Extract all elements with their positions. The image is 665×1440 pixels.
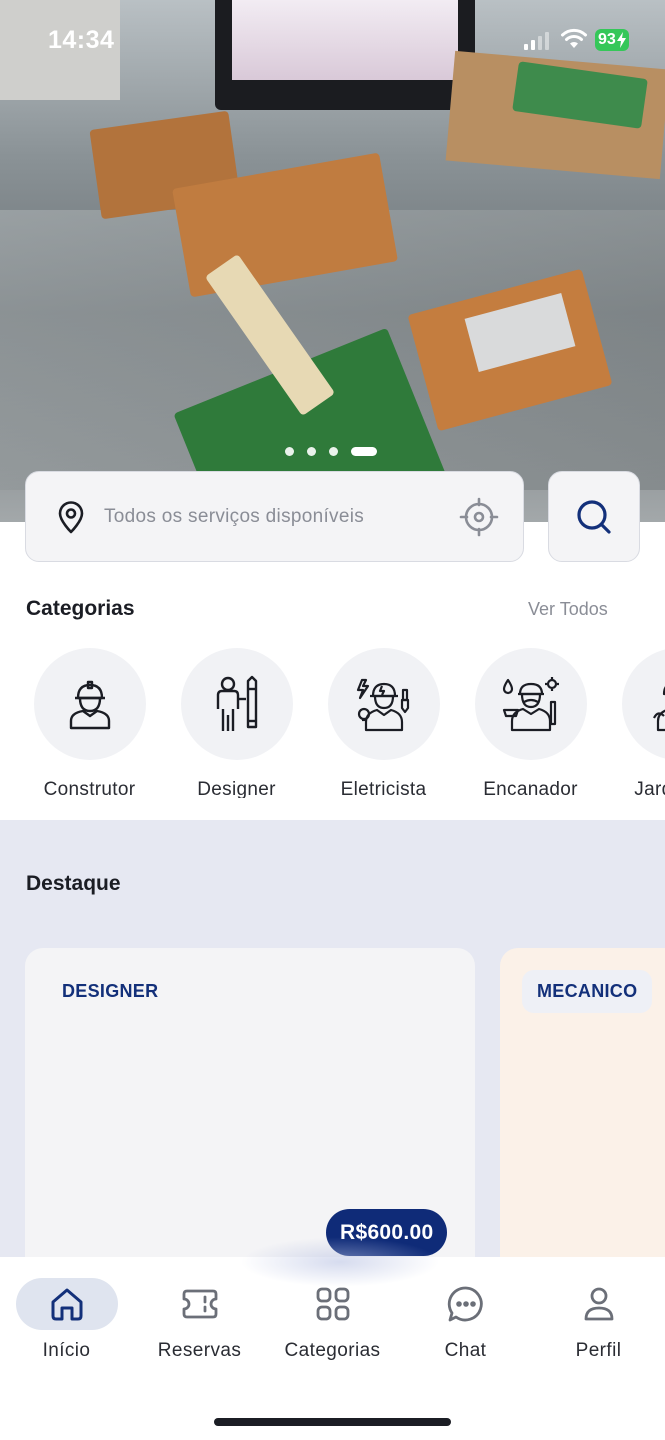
categories-carousel[interactable]: Construtor Designer Eletricista Encanado… [0, 648, 665, 798]
nav-label: Chat [444, 1340, 487, 1361]
category-icon-circle [474, 648, 587, 760]
charging-bolt-icon [616, 32, 626, 48]
category-eletricista[interactable]: Eletricista [310, 648, 457, 798]
category-label: Jardineiro [634, 779, 665, 798]
featured-card-category: MECANICO [522, 970, 653, 1013]
see-all-link[interactable]: Ver Todos [528, 599, 608, 620]
search-button[interactable] [548, 471, 640, 562]
category-label: Eletricista [340, 779, 427, 798]
location-search-input[interactable]: Todos os serviços disponíveis [25, 471, 524, 562]
carousel-dot[interactable] [307, 447, 316, 456]
search-icon [577, 499, 611, 534]
electrician-icon [356, 678, 409, 732]
categories-heading: Categorias [26, 597, 135, 620]
status-time: 14:34 [48, 26, 115, 54]
category-icon-circle [621, 648, 665, 760]
featured-section: Destaque DESIGNER MECANICO [0, 820, 665, 1260]
featured-card-category: DESIGNER [47, 970, 174, 1013]
category-icon-circle [180, 648, 293, 760]
chat-icon [447, 1286, 483, 1322]
category-jardineiro[interactable]: Jardineiro [604, 648, 665, 798]
nav-item-perfil[interactable]: Perfil [532, 1278, 665, 1362]
category-label: Encanador [483, 779, 578, 798]
current-location-icon[interactable] [459, 497, 499, 537]
featured-heading: Destaque [26, 872, 121, 895]
ticket-icon [182, 1289, 217, 1319]
nav-icon-wrap [282, 1278, 384, 1330]
nav-active-indicator [15, 1278, 118, 1330]
nav-icon-wrap [415, 1278, 517, 1330]
location-pin-icon [58, 501, 84, 534]
nav-item-categorias[interactable]: Categorias [266, 1278, 399, 1362]
category-construtor[interactable]: Construtor [16, 648, 163, 798]
bottom-navigation: Início Reservas Categorias Chat Perfil [0, 1237, 665, 1440]
user-icon [584, 1287, 613, 1321]
wifi-icon [561, 28, 587, 48]
category-icon-circle [327, 648, 440, 760]
nav-item-chat[interactable]: Chat [399, 1278, 532, 1362]
nav-label: Categorias [284, 1340, 381, 1361]
grid-icon [316, 1287, 349, 1321]
battery-indicator: 93 [595, 29, 629, 51]
category-icon-circle [33, 648, 146, 760]
nav-item-inicio[interactable]: Início [0, 1278, 133, 1362]
featured-card[interactable]: MECANICO [500, 948, 665, 1260]
category-encanador[interactable]: Encanador [457, 648, 604, 798]
construction-worker-icon [69, 680, 110, 730]
category-designer[interactable]: Designer [163, 648, 310, 798]
cellular-signal-icon [524, 32, 549, 50]
status-bar: 14:34 93 [0, 0, 665, 80]
battery-level: 93 [598, 31, 616, 48]
nav-icon-wrap [149, 1278, 251, 1330]
home-indicator [214, 1418, 451, 1426]
search-placeholder: Todos os serviços disponíveis [104, 506, 365, 527]
category-label: Designer [197, 779, 276, 798]
carousel-pagination [285, 447, 377, 456]
carousel-dot-active[interactable] [351, 447, 377, 456]
category-label: Construtor [43, 779, 136, 798]
nav-label: Reservas [157, 1340, 242, 1361]
designer-icon [216, 675, 257, 731]
home-icon [51, 1288, 82, 1321]
plumber-icon [502, 677, 559, 732]
nav-label: Início [42, 1340, 91, 1361]
carousel-dot[interactable] [329, 447, 338, 456]
nav-item-reservas[interactable]: Reservas [133, 1278, 266, 1362]
gardener-icon [652, 685, 665, 732]
nav-icon-wrap [548, 1278, 650, 1330]
carousel-dot[interactable] [285, 447, 294, 456]
nav-label: Perfil [575, 1340, 622, 1361]
